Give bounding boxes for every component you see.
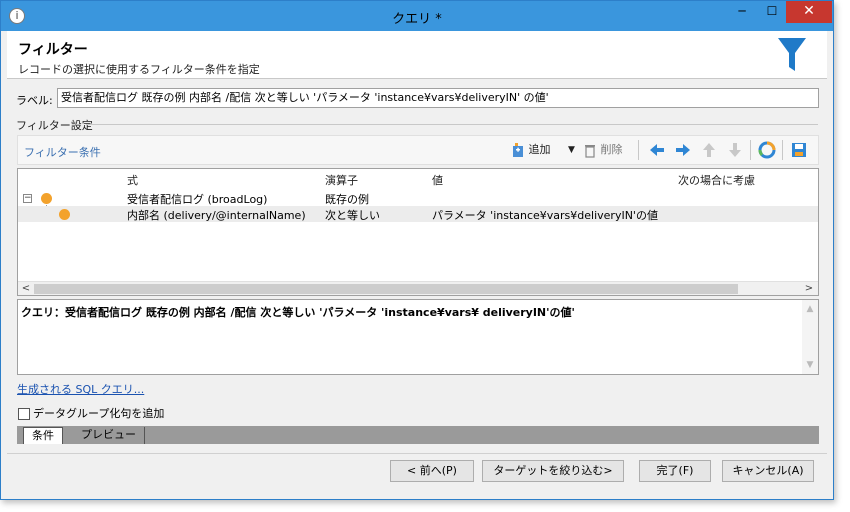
- scroll-down-icon[interactable]: ▼: [802, 358, 818, 372]
- arrow-down-icon[interactable]: [726, 141, 744, 159]
- arrow-left-icon[interactable]: [648, 141, 666, 159]
- vertical-scrollbar[interactable]: ▲ ▼: [802, 300, 818, 374]
- cell-operator: 次と等しい: [325, 209, 380, 222]
- save-icon[interactable]: [790, 141, 808, 159]
- cell-expression: 受信者配信ログ (broadLog): [127, 193, 268, 206]
- cell-expression: 内部名 (delivery/@internalName): [127, 209, 306, 222]
- narrow-target-button[interactable]: ターゲットを絞り込む>: [482, 460, 624, 482]
- label-input[interactable]: 受信者配信ログ 既存の例 内部名 /配信 次と等しい 'パラメータ 'insta…: [57, 88, 819, 108]
- column-header-expression[interactable]: 式: [127, 172, 138, 188]
- filter-toolbar: フィルター条件 追加 ▼ 削除: [17, 135, 819, 165]
- add-dropdown-icon[interactable]: ▼: [568, 141, 575, 159]
- collapse-icon[interactable]: −: [23, 194, 32, 203]
- cancel-button[interactable]: キャンセル(A): [722, 460, 814, 482]
- previous-button[interactable]: < 前へ(P): [390, 460, 474, 482]
- group-by-checkbox-label: データグループ化句を追加: [33, 407, 165, 420]
- query-text: クエリ：受信者配信ログ 既存の例 内部名 /配信 次と等しい 'パラメータ 'i…: [21, 306, 575, 319]
- condition-dot-icon: [41, 193, 52, 204]
- horizontal-scrollbar[interactable]: < >: [18, 281, 818, 295]
- funnel-icon: [778, 38, 806, 71]
- close-button[interactable]: ✕: [786, 1, 832, 23]
- filter-conditions-grid: 式 演算子 値 次の場合に考慮 − 受信者配信ログ (broadLog) 既存の…: [17, 168, 819, 296]
- table-row[interactable]: 内部名 (delivery/@internalName) 次と等しい パラメータ…: [18, 206, 818, 222]
- section-divider: [87, 124, 818, 125]
- page-subtitle: レコードの選択に使用するフィルター条件を指定: [18, 63, 260, 76]
- finish-button[interactable]: 完了(F): [639, 460, 711, 482]
- filter-settings-label: フィルター設定: [16, 119, 93, 132]
- label-caption: ラベル:: [16, 94, 53, 107]
- cell-operator: 既存の例: [325, 193, 369, 206]
- distribution-icon[interactable]: [758, 141, 776, 159]
- group-by-checkbox-row[interactable]: データグループ化句を追加: [18, 405, 164, 421]
- dialog-body: フィルター レコードの選択に使用するフィルター条件を指定 ラベル: 受信者配信ロ…: [7, 31, 827, 495]
- table-row[interactable]: − 受信者配信ログ (broadLog) 既存の例: [18, 190, 818, 206]
- tab-preview[interactable]: プレビュー: [73, 427, 145, 444]
- title-bar[interactable]: i クエリ * ─ ☐ ✕: [1, 1, 833, 31]
- column-header-consider[interactable]: 次の場合に考慮: [678, 172, 755, 188]
- add-label: 追加: [528, 143, 551, 156]
- add-button[interactable]: 追加: [511, 141, 551, 159]
- tab-conditions[interactable]: 条件: [23, 427, 63, 444]
- arrow-up-icon[interactable]: [700, 141, 718, 159]
- button-bar-divider: [7, 453, 827, 454]
- page-title: フィルター: [18, 42, 88, 58]
- toolbar-separator: [638, 140, 639, 160]
- dialog-header: フィルター レコードの選択に使用するフィルター条件を指定: [7, 31, 827, 79]
- cell-value: パラメータ 'instance¥vars¥deliveryIN'の値: [432, 209, 658, 222]
- maximize-button[interactable]: ☐: [758, 1, 786, 23]
- delete-label: 削除: [600, 143, 623, 156]
- toolbar-separator: [750, 140, 751, 160]
- tab-strip: 条件 プレビュー: [17, 426, 819, 444]
- toolbar-separator: [782, 140, 783, 160]
- window-title: クエリ *: [392, 12, 442, 27]
- query-window: i クエリ * ─ ☐ ✕ フィルター レコードの選択に使用するフィルター条件を…: [0, 0, 834, 500]
- column-header-value[interactable]: 値: [432, 172, 443, 188]
- condition-dot-icon: [59, 209, 70, 220]
- delete-button[interactable]: 削除: [583, 141, 623, 159]
- scroll-thumb[interactable]: [34, 284, 738, 294]
- generated-sql-link[interactable]: 生成される SQL クエリ...: [17, 381, 144, 397]
- arrow-right-icon[interactable]: [674, 141, 692, 159]
- scroll-right-icon[interactable]: >: [802, 282, 816, 295]
- scroll-up-icon[interactable]: ▲: [802, 302, 818, 316]
- group-by-checkbox[interactable]: [18, 408, 30, 420]
- query-text-area[interactable]: クエリ：受信者配信ログ 既存の例 内部名 /配信 次と等しい 'パラメータ 'i…: [17, 299, 819, 375]
- add-icon: [513, 143, 523, 157]
- trash-icon: [585, 145, 595, 158]
- filter-conditions-label: フィルター条件: [24, 146, 101, 159]
- column-header-operator[interactable]: 演算子: [325, 172, 358, 188]
- scroll-left-icon[interactable]: <: [19, 282, 33, 295]
- minimize-button[interactable]: ─: [728, 1, 756, 23]
